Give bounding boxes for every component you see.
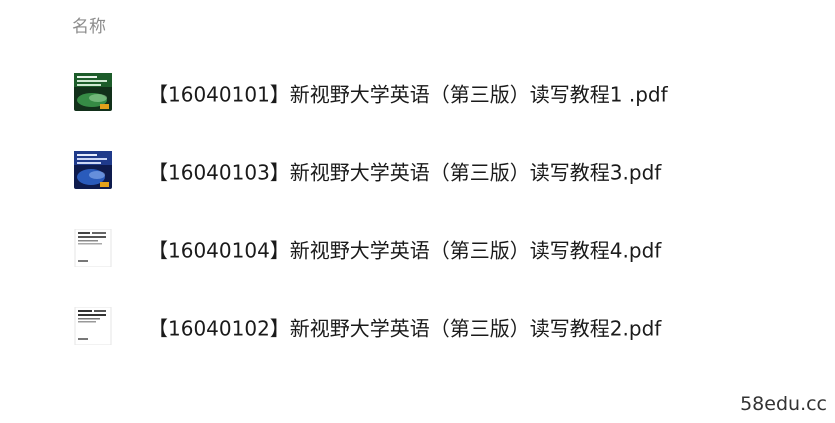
file-name[interactable]: 【16040104】新视野大学英语（第三版）读写教程4.pdf xyxy=(148,235,661,264)
file-name[interactable]: 【16040101】新视野大学英语（第三版）读写教程1 .pdf xyxy=(148,79,668,108)
document-page-icon xyxy=(74,229,112,267)
watermark-text: 58edu.cc xyxy=(740,393,827,415)
document-page-icon xyxy=(74,307,112,345)
file-row-3[interactable]: 【16040104】新视野大学英语（第三版）读写教程4.pdf xyxy=(60,218,700,280)
book-cover-green-icon xyxy=(74,73,112,111)
file-name[interactable]: 【16040103】新视野大学英语（第三版）读写教程3.pdf xyxy=(148,157,661,186)
file-name[interactable]: 【16040102】新视野大学英语（第三版）读写教程2.pdf xyxy=(148,313,661,342)
book-cover-blue-icon xyxy=(74,151,112,189)
file-row-4[interactable]: 【16040102】新视野大学英语（第三版）读写教程2.pdf xyxy=(60,296,700,358)
file-row-1[interactable]: 【16040101】新视野大学英语（第三版）读写教程1 .pdf xyxy=(60,62,700,124)
column-header-name[interactable]: 名称 xyxy=(72,12,106,37)
file-row-2[interactable]: 【16040103】新视野大学英语（第三版）读写教程3.pdf xyxy=(60,140,700,202)
